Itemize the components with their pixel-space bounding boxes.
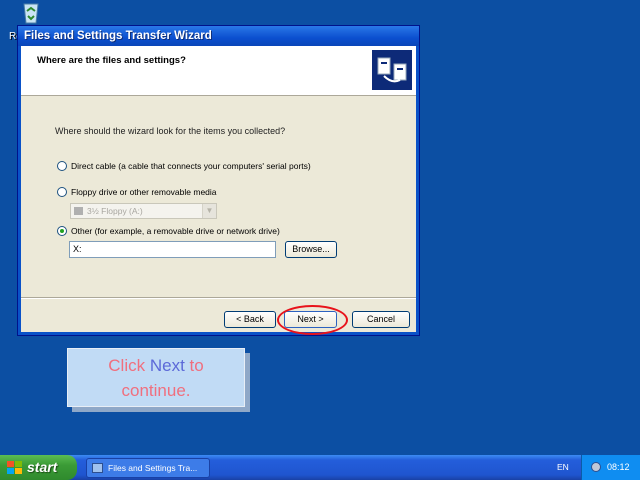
floppy-drive-icon [74,207,83,215]
taskbar: start Files and Settings Tra... EN 08:12 [0,455,640,480]
callout-line-2: continue. [121,381,191,400]
other-label[interactable]: Other (for example, a removable drive or… [71,226,280,236]
system-tray: 08:12 [581,455,640,480]
other-option[interactable]: Other (for example, a removable drive or… [57,226,280,236]
floppy-option[interactable]: Floppy drive or other removable media [57,187,217,197]
callout-accent: Next [149,356,185,375]
start-label[interactable]: start [27,459,57,475]
recycle-bin-icon[interactable] [18,2,44,24]
location-question: Where should the wizard look for the ite… [55,126,286,136]
callout-prefix: Click [108,356,146,375]
page-title: Where are the files and settings? [37,55,186,66]
callout-line-1: Click Next to [68,353,244,378]
browse-button[interactable]: Browse... [285,241,337,258]
clock[interactable]: 08:12 [607,455,630,480]
start-button[interactable]: start [0,455,77,480]
floppy-label[interactable]: Floppy drive or other removable media [71,187,217,197]
direct-cable-label[interactable]: Direct cable (a cable that connects your… [71,161,311,171]
task-title[interactable]: Files and Settings Tra... [108,463,197,473]
floppy-drive-select: 3½ Floppy (A:) ▼ [70,203,217,219]
footer-divider [21,297,416,299]
instruction-callout: Click Next to continue. [67,348,245,407]
direct-cable-option[interactable]: Direct cable (a cable that connects your… [57,161,311,171]
transfer-wizard-icon [372,50,412,90]
language-indicator[interactable]: EN [557,455,569,480]
wizard-header: Where are the files and settings? [21,46,416,96]
other-radio[interactable] [57,226,67,236]
callout-suffix: to [189,356,204,375]
cancel-button[interactable]: Cancel [352,311,410,328]
next-button-highlight [277,305,348,335]
volume-icon[interactable] [591,462,601,472]
path-input[interactable]: X: [69,241,276,258]
wizard-window: Files and Settings Transfer Wizard Where… [17,25,420,336]
transfer-wizard-task-icon [92,463,103,473]
window-title[interactable]: Files and Settings Transfer Wizard [18,26,419,46]
floppy-drive-value: 3½ Floppy (A:) [87,206,143,216]
taskbar-item-transfer-wizard[interactable]: Files and Settings Tra... [86,458,210,478]
direct-cable-radio[interactable] [57,161,67,171]
windows-logo-icon [7,461,22,474]
back-button[interactable]: < Back [224,311,276,328]
floppy-radio[interactable] [57,187,67,197]
wizard-body: Where are the files and settings? Where … [21,46,416,335]
chevron-down-icon: ▼ [202,204,216,218]
